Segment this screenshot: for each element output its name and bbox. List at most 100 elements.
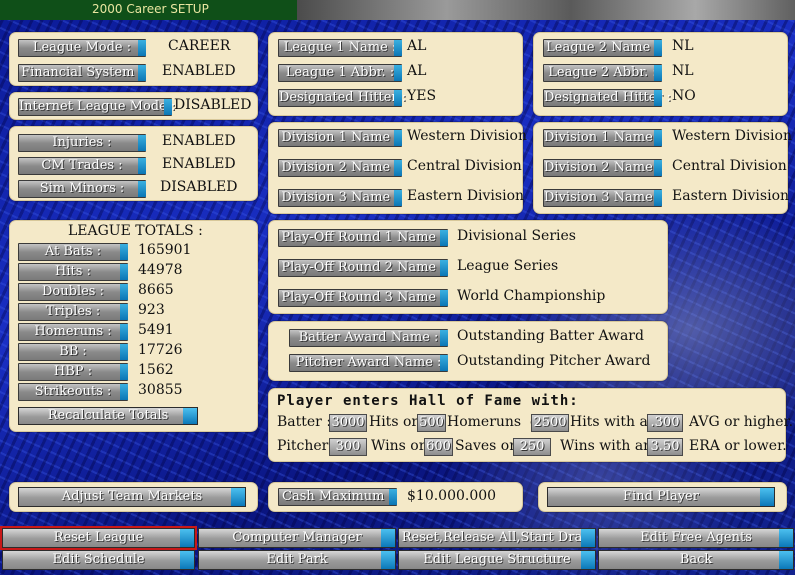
pitcher-label: Pitcher: (277, 438, 334, 454)
awards-panel: Batter Award Name : Outstanding Batter A… (268, 321, 668, 381)
division1-label: Division 1 Name : (278, 129, 402, 147)
financial-system-label: Financial System : (18, 64, 146, 82)
hits-label: Hits : (18, 263, 128, 281)
adjust-team-markets-button[interactable]: Adjust Team Markets (18, 487, 246, 507)
sim-minors-label: Sim Minors : (18, 180, 146, 198)
division1-label: Division 1 Name : (543, 129, 662, 147)
find-player-button[interactable]: Find Player (547, 487, 775, 507)
league-mode-value[interactable]: CAREER (168, 38, 230, 54)
hits-with-text: Hits with an (570, 414, 657, 430)
hbp-label: HBP : (18, 363, 128, 381)
pitcher-saves-field[interactable]: 600 (424, 438, 453, 456)
pitcher-era-field[interactable]: 3.50 (647, 438, 683, 456)
era-lower-text: ERA or lower. (689, 438, 787, 454)
playoff-round1-label: Play-Off Round 1 Name : (278, 229, 448, 247)
league2-dh-label: Designated Hitter : (543, 89, 672, 107)
pitcher-wins-field[interactable]: 300 (329, 438, 367, 456)
options-panel: Injuries : ENABLED CM Trades : ENABLED S… (9, 126, 258, 201)
playoff-round1-value[interactable]: Divisional Series (457, 228, 576, 244)
strikeouts-value: 30855 (138, 382, 183, 398)
financial-system-value[interactable]: ENABLED (162, 63, 236, 79)
at-bats-label: At Bats : (18, 243, 128, 261)
cash-maximum-label: Cash Maximum : (278, 488, 397, 506)
division3-label: Division 3 Name : (278, 189, 402, 207)
cm-trades-label: CM Trades : (18, 157, 146, 175)
injuries-value[interactable]: ENABLED (162, 133, 236, 149)
bb-label: BB : (18, 343, 128, 361)
league2-name-label: League 2 Name : (543, 39, 662, 57)
edit-free-agents-button[interactable]: Edit Free Agents (598, 528, 794, 548)
league1-name-value[interactable]: AL (407, 38, 426, 54)
pitcher-award-value[interactable]: Outstanding Pitcher Award (457, 353, 650, 369)
edit-schedule-button[interactable]: Edit Schedule (2, 550, 195, 570)
batter-award-label: Batter Award Name : (289, 329, 448, 347)
title-bar: 2000 Career SETUP (0, 0, 297, 20)
playoffs-panel: Play-Off Round 1 Name : Divisional Serie… (268, 220, 668, 314)
league2-abbr-label: League 2 Abbr. : (543, 64, 662, 82)
league2-abbr-value[interactable]: NL (672, 63, 694, 79)
hall-of-fame-title: Player enters Hall of Fame with: (277, 393, 579, 409)
league-mode-panel: League Mode : CAREER Financial System : … (9, 32, 258, 86)
bb-value: 17726 (138, 342, 183, 358)
division3-value[interactable]: Eastern Division (672, 188, 789, 204)
pitcher-award-label: Pitcher Award Name : (289, 354, 448, 372)
pitcher-wins-era-field[interactable]: 250 (513, 438, 551, 456)
batter-hits-avg-field[interactable]: 2500 (531, 414, 569, 432)
division2-value[interactable]: Central Division (407, 158, 522, 174)
internet-mode-label: Internet League Mode : (18, 98, 176, 116)
hall-of-fame-panel: Player enters Hall of Fame with: Batter … (268, 388, 793, 462)
division1-value[interactable]: Western Division (672, 128, 792, 144)
find-player-panel: Find Player (538, 482, 787, 512)
stadium-banner (297, 0, 795, 20)
computer-manager-button[interactable]: Computer Manager (198, 528, 396, 548)
edit-park-button[interactable]: Edit Park (198, 550, 396, 570)
batter-label: Batter : (277, 414, 332, 430)
division2-label: Division 2 Name : (543, 159, 662, 177)
league1-abbr-value[interactable]: AL (407, 63, 426, 79)
league1-name-label: League 1 Name : (278, 39, 402, 57)
league2-dh-value[interactable]: NO (672, 88, 696, 104)
batter-avg-field[interactable]: .300 (647, 414, 683, 432)
division1-value[interactable]: Western Division (407, 128, 527, 144)
division3-value[interactable]: Eastern Division (407, 188, 524, 204)
division2-value[interactable]: Central Division (672, 158, 787, 174)
league-mode-label: League Mode : (18, 39, 146, 57)
triples-value: 923 (138, 302, 165, 318)
wins-with-text: Wins with an (560, 438, 653, 454)
back-button[interactable]: Back (598, 550, 794, 570)
wins-or-text: Wins or (371, 438, 426, 454)
doubles-label: Doubles : (18, 283, 128, 301)
league2-name-value[interactable]: NL (672, 38, 694, 54)
divisions-right-panel: Division 1 Name : Western Division Divis… (533, 122, 792, 214)
hits-or-text: Hits or (369, 414, 419, 430)
window-title: 2000 Career SETUP (92, 2, 209, 16)
playoff-round3-value[interactable]: World Championship (457, 288, 605, 304)
saves-or-text: Saves or (455, 438, 516, 454)
sim-minors-value[interactable]: DISABLED (160, 179, 238, 195)
division2-label: Division 2 Name : (278, 159, 402, 177)
homeruns-value: 5491 (138, 322, 174, 338)
batter-homeruns-field[interactable]: 500 (417, 414, 446, 432)
avg-higher-text: AVG or higher. (689, 414, 794, 430)
playoff-round2-label: Play-Off Round 2 Name : (278, 259, 448, 277)
strikeouts-label: Strikeouts : (18, 383, 128, 401)
recalculate-totals-button[interactable]: Recalculate Totals (18, 407, 198, 425)
league-totals-title: LEAGUE TOTALS : (68, 223, 203, 239)
internet-mode-value[interactable]: DISABLED (174, 97, 252, 113)
at-bats-value: 165901 (138, 242, 192, 258)
edit-league-structure-button[interactable]: Edit League Structure (398, 550, 596, 570)
batter-hits-field[interactable]: 3000 (329, 414, 367, 432)
cm-trades-value[interactable]: ENABLED (162, 156, 236, 172)
reset-release-draft-button[interactable]: Reset,Release All,Start Draft (398, 528, 596, 548)
league1-dh-value[interactable]: YES (407, 88, 436, 104)
cash-maximum-panel: Cash Maximum : $10.000.000 (268, 482, 523, 512)
league-totals-panel: LEAGUE TOTALS : At Bats : 165901 Hits : … (9, 220, 258, 432)
playoff-round2-value[interactable]: League Series (457, 258, 558, 274)
reset-league-button[interactable]: Reset League (0, 526, 197, 550)
league1-abbr-label: League 1 Abbr. : (278, 64, 402, 82)
league1-dh-label: Designated Hitter : (278, 89, 407, 107)
division3-label: Division 3 Name : (543, 189, 662, 207)
batter-award-value[interactable]: Outstanding Batter Award (457, 328, 644, 344)
cash-maximum-value[interactable]: $10.000.000 (407, 488, 496, 504)
playoff-round3-label: Play-Off Round 3 Name : (278, 289, 448, 307)
